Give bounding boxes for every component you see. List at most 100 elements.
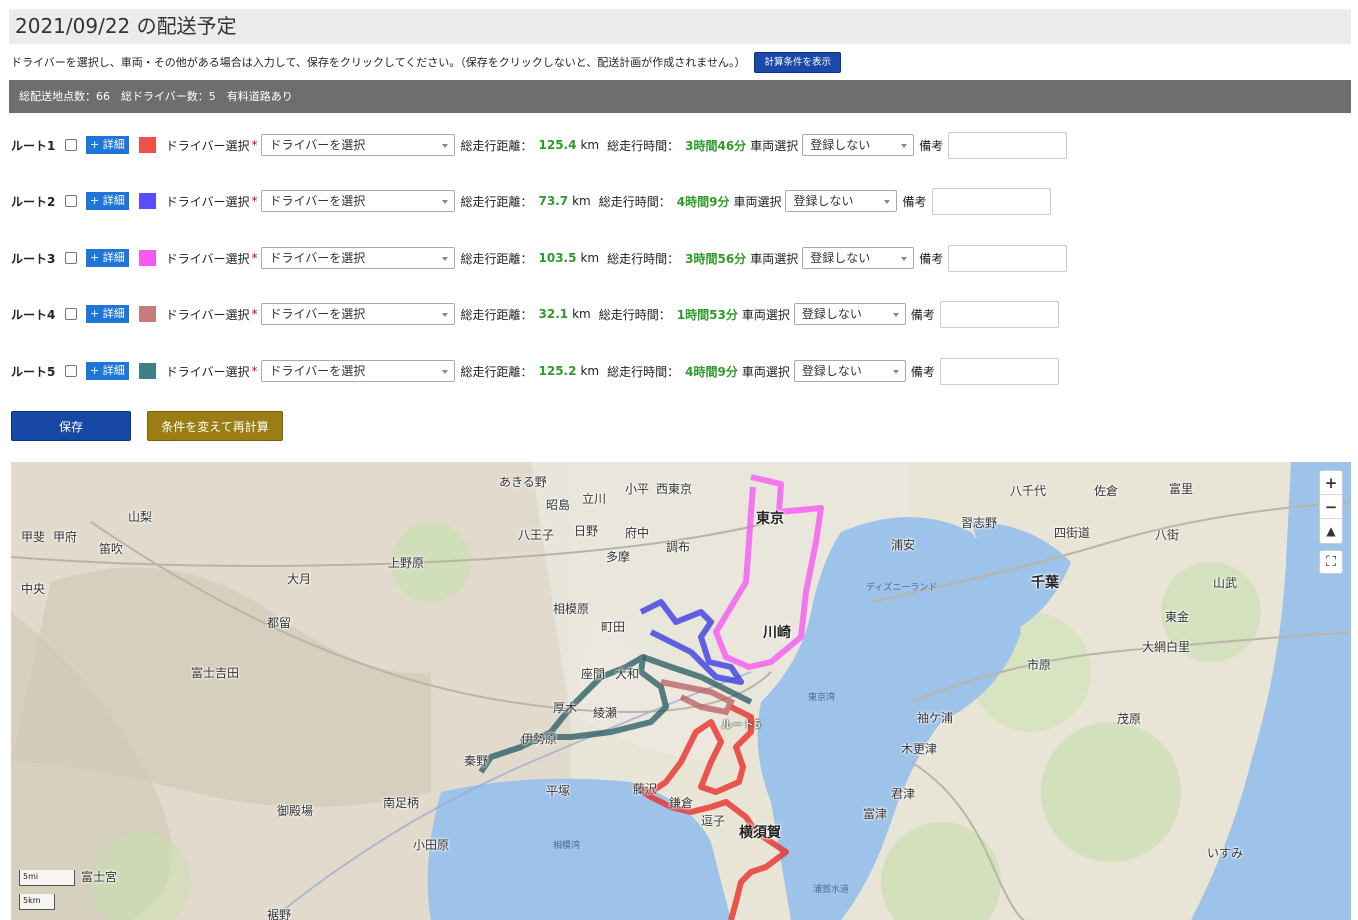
driver-select[interactable]: ドライバーを選択 — [261, 134, 456, 156]
place-ayase: 綾瀬 — [593, 706, 618, 720]
required-mark: * — [251, 138, 258, 152]
detail-button[interactable]: + 詳細 — [86, 249, 129, 267]
distance-unit: km — [580, 138, 600, 152]
remarks-label: 備考 — [910, 307, 935, 322]
time-value: 4時間9分 — [685, 364, 738, 379]
chevron-down-icon — [901, 257, 908, 261]
route-checkbox[interactable] — [65, 308, 77, 320]
chevron-down-icon — [892, 313, 899, 317]
driver-select[interactable]: ドライバーを選択 — [261, 303, 456, 325]
driver-select[interactable]: ドライバーを選択 — [261, 247, 456, 269]
remarks-input[interactable] — [931, 187, 1051, 215]
route-checkbox[interactable] — [65, 139, 77, 151]
time-label: 総走行時間： — [607, 251, 680, 266]
remarks-input[interactable] — [948, 244, 1068, 272]
recalculate-button[interactable]: 条件を変えて再計算 — [147, 411, 283, 441]
vehicle-label: 車両選択 — [741, 364, 790, 379]
vehicle-select-value: 登録しない — [810, 251, 871, 265]
map-canvas — [11, 462, 1351, 920]
detail-button[interactable]: + 詳細 — [86, 362, 129, 380]
place-kawasaki: 川崎 — [763, 625, 791, 641]
driver-select-label: ドライバー選択 — [165, 251, 250, 266]
place-atsugi: 厚木 — [553, 701, 578, 715]
detail-button[interactable]: + 詳細 — [86, 136, 129, 154]
remarks-input[interactable] — [948, 131, 1068, 159]
vehicle-select[interactable]: 登録しない — [785, 190, 898, 212]
route-name: ルート1 — [11, 138, 56, 153]
time-value: 3時間56分 — [685, 251, 747, 266]
place-sagamihara: 相模原 — [553, 602, 590, 616]
remarks-input[interactable] — [939, 300, 1059, 328]
remarks-input[interactable] — [939, 357, 1059, 385]
driver-select-value: ドライバーを選択 — [269, 138, 366, 152]
detail-button[interactable]: + 詳細 — [86, 305, 129, 323]
place-yokosuka: 横須賀 — [739, 825, 781, 841]
distance-label: 総走行距離： — [460, 194, 533, 209]
instructions: ドライバーを選択し、車両・その他がある場合は入力して、保存をクリックしてください… — [11, 52, 841, 73]
driver-select-label: ドライバー選択 — [165, 138, 250, 153]
fullscreen-icon[interactable]: ⛶ — [1319, 550, 1343, 574]
detail-button[interactable]: + 詳細 — [86, 192, 129, 210]
place-sakura: 佐倉 — [1094, 484, 1119, 498]
place-tomisato: 富里 — [1169, 482, 1194, 496]
reset-north-button[interactable]: ▲ — [1320, 519, 1342, 543]
map-route-tag: ルート5 — [721, 718, 761, 731]
route-color-swatch — [138, 306, 156, 322]
distance-unit: km — [580, 364, 600, 378]
place-chiba: 千葉 — [1031, 575, 1059, 591]
route-checkbox[interactable] — [65, 252, 77, 264]
place-chofu: 調布 — [666, 540, 691, 554]
water-uraga: 浦賀水道 — [813, 885, 850, 895]
save-button[interactable]: 保存 — [11, 411, 131, 441]
place-kodaira: 小平 — [625, 482, 650, 496]
driver-select-label: ドライバー選択 — [165, 364, 250, 379]
driver-select-label: ドライバー選択 — [165, 194, 250, 209]
place-futtsu: 富津 — [863, 807, 888, 821]
place-urayasu: 浦安 — [891, 538, 916, 552]
vehicle-select[interactable]: 登録しない — [802, 247, 915, 269]
show-conditions-button[interactable]: 計算条件を表示 — [754, 52, 841, 73]
chevron-down-icon — [884, 200, 891, 204]
chevron-down-icon — [442, 200, 449, 204]
vehicle-select[interactable]: 登録しない — [793, 303, 906, 325]
place-nishitokyo: 西東京 — [656, 482, 693, 496]
route-map[interactable]: 東京 川崎 横須賀 藤沢 鎌倉 逗子 平塚 小田原 厚木 綾瀬 伊勢原 秦野 町… — [11, 462, 1351, 920]
time-value: 1時間53分 — [676, 307, 738, 322]
place-fuchu: 府中 — [625, 526, 650, 540]
zoom-out-button[interactable]: − — [1320, 495, 1342, 519]
place-kamakura: 鎌倉 — [669, 796, 694, 810]
route-color-swatch — [138, 250, 156, 266]
driver-select-value: ドライバーを選択 — [269, 194, 366, 208]
place-hadano: 秦野 — [464, 754, 489, 768]
distance-value: 125.2 — [538, 364, 577, 378]
place-tokyo: 東京 — [756, 511, 784, 527]
time-label: 総走行時間： — [607, 364, 680, 379]
distance-label: 総走行距離： — [460, 307, 533, 322]
place-sammu: 山武 — [1213, 576, 1238, 590]
required-mark: * — [251, 251, 258, 265]
route-checkbox[interactable] — [65, 365, 77, 377]
place-yotsukaido: 四街道 — [1054, 526, 1091, 540]
required-mark: * — [251, 194, 258, 208]
driver-select[interactable]: ドライバーを選択 — [261, 190, 456, 212]
chevron-down-icon — [892, 370, 899, 374]
place-narashino: 習志野 — [961, 516, 998, 530]
zoom-in-button[interactable]: + — [1320, 471, 1342, 495]
vehicle-select[interactable]: 登録しない — [793, 360, 906, 382]
place-fujiyoshida: 富士吉田 — [191, 666, 240, 680]
route-checkbox[interactable] — [65, 195, 77, 207]
place-kofu: 甲府 — [53, 530, 78, 544]
distance-value: 73.7 — [538, 194, 569, 208]
place-gotemba: 御殿場 — [277, 804, 314, 818]
route-color-swatch — [138, 137, 156, 153]
driver-select[interactable]: ドライバーを選択 — [261, 360, 456, 382]
time-label: 総走行時間： — [598, 307, 671, 322]
place-oamishirasato: 大網白里 — [1142, 640, 1191, 654]
route-row: ルート4 + 詳細 ドライバー選択 * ドライバーを選択 総走行距離： 32.1 km 総走行時… — [11, 300, 1059, 328]
place-akiruno: あきる野 — [499, 475, 547, 489]
time-label: 総走行時間： — [598, 194, 671, 209]
time-label: 総走行時間： — [607, 138, 680, 153]
place-zushi: 逗子 — [701, 814, 726, 828]
vehicle-select[interactable]: 登録しない — [802, 134, 915, 156]
summary-bar: 総配送地点数：66 総ドライバー数：5 有料道路あり — [9, 80, 1351, 113]
